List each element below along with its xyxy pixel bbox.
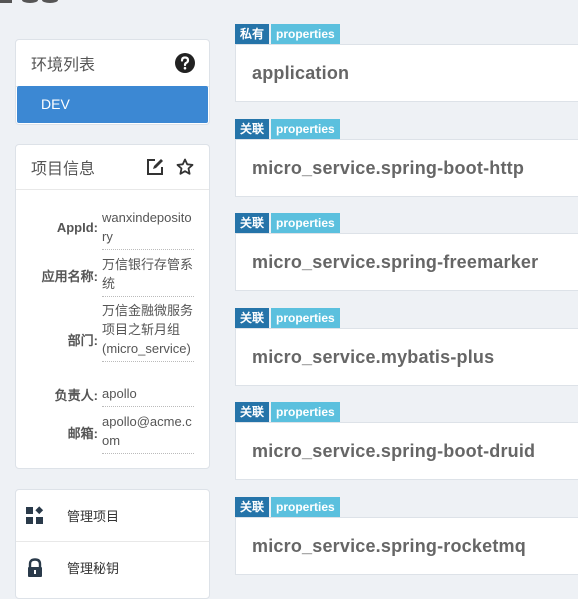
env-list-panel: 环境列表 DEV	[15, 39, 210, 125]
app-name-value: 万信银行存管系统	[102, 255, 194, 297]
project-menu-panel: 管理项目 管理秘钥	[15, 489, 210, 599]
namespace-header[interactable]: micro_service.spring-boot-druid	[235, 422, 578, 480]
namespace-type-badge: 关联	[235, 402, 270, 422]
manage-keys-label: 管理秘钥	[67, 561, 120, 576]
department-label: 部门:	[67, 333, 98, 348]
env-list-header: 环境列表	[16, 40, 209, 87]
namespace-type-badge: 私有	[235, 24, 270, 44]
namespace-header[interactable]: micro_service.mybatis-plus	[235, 328, 578, 386]
namespace-name: micro_service.mybatis-plus	[252, 346, 495, 367]
question-circle-icon[interactable]	[175, 53, 195, 73]
env-item-dev[interactable]: DEV	[17, 86, 208, 123]
namespace-block: 私有 properties application	[235, 24, 578, 102]
namespace-type-badge: 关联	[235, 213, 270, 233]
namespace-block: 关联 properties micro_service.spring-rocke…	[235, 497, 578, 575]
manage-project-item[interactable]: 管理项目	[16, 490, 209, 541]
edit-icon[interactable]	[146, 158, 164, 176]
namespace-header[interactable]: micro_service.spring-rocketmq	[235, 517, 578, 575]
namespace-block: 关联 properties micro_service.mybatis-plus	[235, 308, 578, 386]
manage-project-label: 管理项目	[67, 509, 120, 524]
namespace-block: 关联 properties micro_service.spring-boot-…	[235, 402, 578, 480]
namespace-name: micro_service.spring-boot-druid	[252, 440, 536, 461]
appid-value: wanxindepository	[102, 208, 194, 250]
namespace-header[interactable]: application	[235, 44, 578, 102]
namespace-block: 关联 properties micro_service.spring-boot-…	[235, 119, 578, 197]
star-icon[interactable]	[176, 158, 194, 176]
project-info-header: 项目信息	[16, 145, 209, 190]
namespace-type-badge: 关联	[235, 119, 270, 139]
widgets-icon	[25, 505, 45, 526]
project-info-panel: 项目信息 AppId: wanxindepository 应用名称: 万信银行存…	[15, 144, 210, 469]
namespace-name: micro_service.spring-rocketmq	[252, 535, 526, 556]
namespace-format-badge: properties	[271, 24, 340, 44]
namespace-format-badge: properties	[271, 213, 340, 233]
namespace-header[interactable]: micro_service.spring-boot-http	[235, 139, 578, 197]
manage-keys-item[interactable]: 管理秘钥	[16, 541, 209, 593]
namespace-format-badge: properties	[271, 497, 340, 517]
department-value: 万信金融微服务项目之斩月组(micro_service)	[102, 301, 194, 362]
namespace-header[interactable]: micro_service.spring-freemarker	[235, 233, 578, 291]
namespace-name: application	[252, 62, 350, 83]
lock-icon	[25, 557, 45, 578]
owner-value: apollo	[102, 384, 194, 407]
email-label: 邮箱:	[67, 426, 98, 441]
owner-label: 负责人:	[54, 388, 98, 403]
logo-fragment-icon	[0, 0, 58, 3]
namespace-type-badge: 关联	[235, 308, 270, 328]
top-header-sliver	[0, 0, 578, 4]
app-name-label: 应用名称:	[41, 269, 98, 284]
env-list-title: 环境列表	[31, 57, 96, 74]
namespace-name: micro_service.spring-freemarker	[252, 251, 539, 272]
email-value: apollo@acme.com	[102, 412, 194, 454]
appid-label: AppId:	[56, 220, 98, 235]
namespace-type-badge: 关联	[235, 497, 270, 517]
project-info-title: 项目信息	[31, 161, 96, 178]
namespace-format-badge: properties	[271, 119, 340, 139]
namespace-format-badge: properties	[271, 402, 340, 422]
namespace-block: 关联 properties micro_service.spring-freem…	[235, 213, 578, 291]
namespace-format-badge: properties	[271, 308, 340, 328]
namespace-name: micro_service.spring-boot-http	[252, 157, 525, 178]
